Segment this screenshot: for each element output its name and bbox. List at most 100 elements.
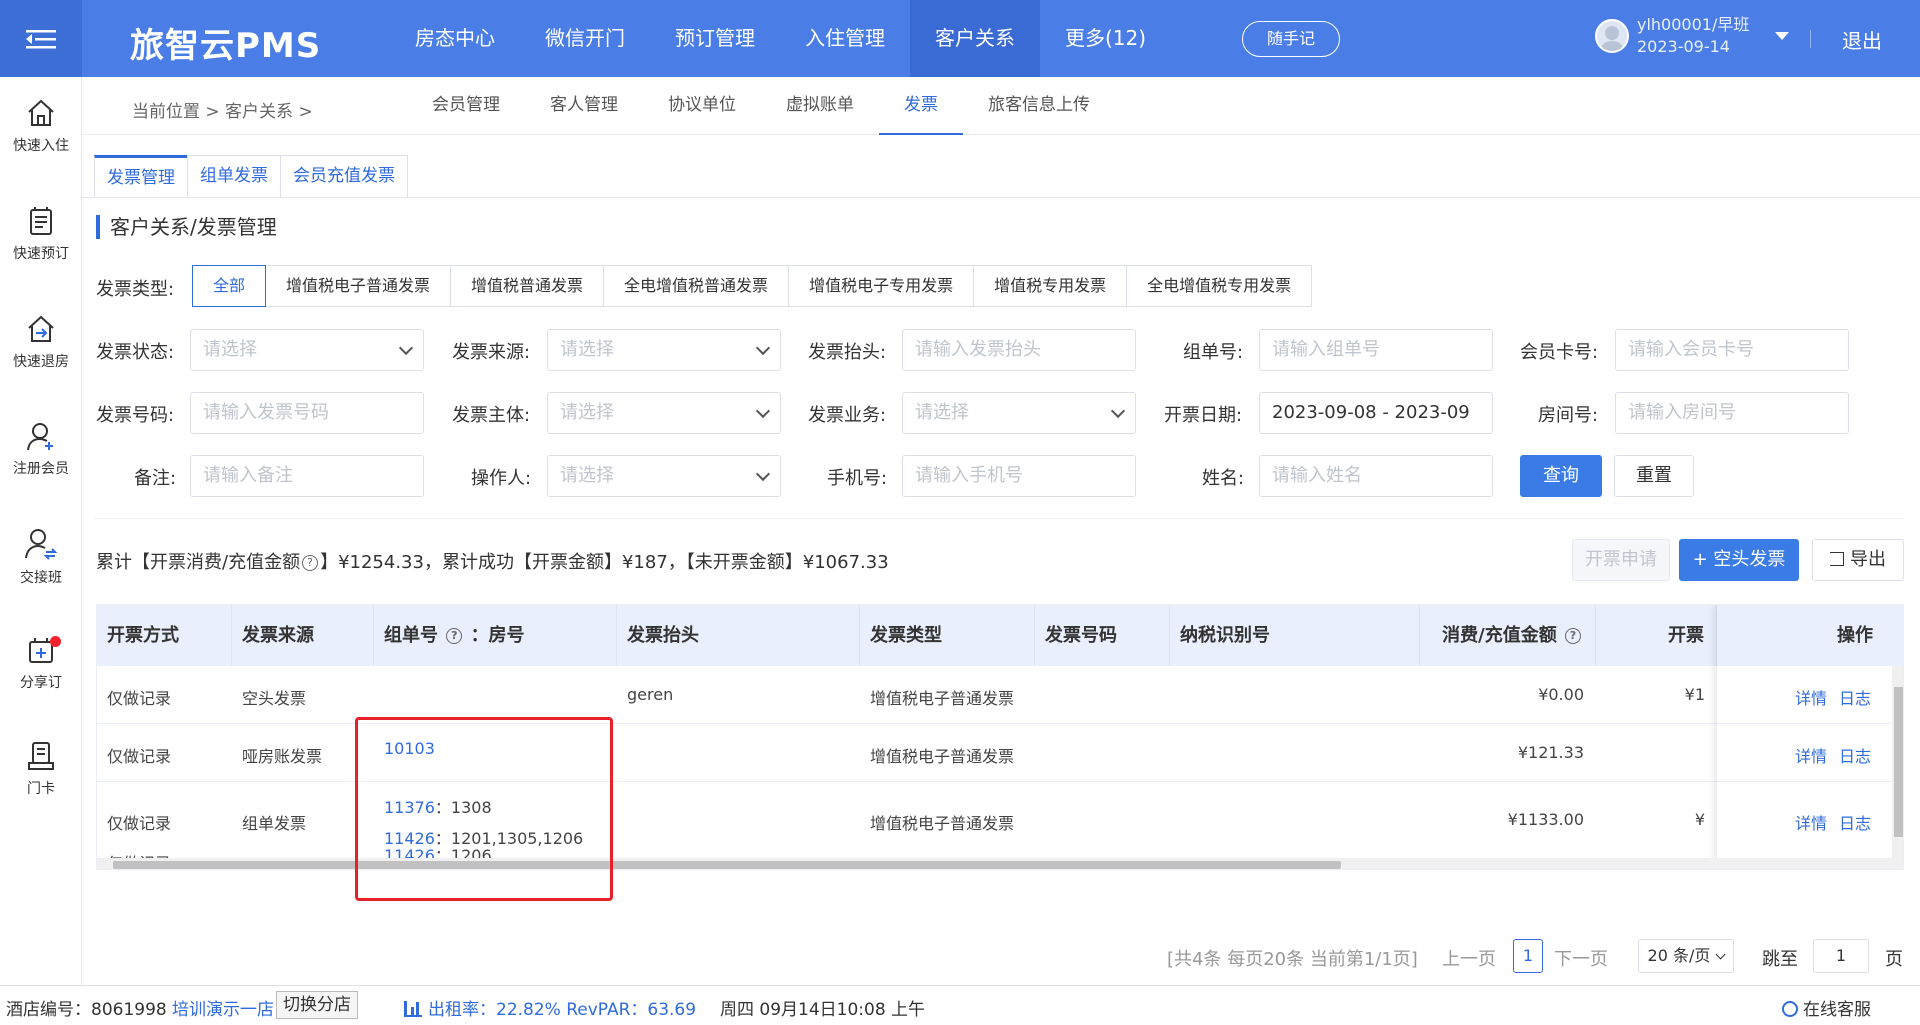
sidebar-item-label: 分享订: [20, 675, 62, 691]
next-page-button[interactable]: 下一页: [1554, 945, 1608, 971]
type-full-e-vat-special-button[interactable]: 全电增值税专用发票: [1126, 265, 1313, 307]
invoice-number-label: 发票号码:: [96, 405, 175, 426]
horizontal-scroll-thumb[interactable]: [113, 861, 1341, 869]
tab-group-invoice[interactable]: 组单发票: [187, 155, 281, 197]
subnav-virtual-bill[interactable]: 虚拟账单: [761, 77, 879, 135]
sidebar-item-share-order[interactable]: 分享订: [0, 634, 82, 692]
detail-link[interactable]: 详情: [1785, 810, 1827, 834]
nav-more[interactable]: 更多(12): [1040, 0, 1171, 77]
online-service-button[interactable]: 在线客服: [1782, 995, 1871, 1020]
caret-down-icon[interactable]: [1775, 32, 1790, 40]
datetime: 周四 09月14日10:08 上午: [720, 1000, 926, 1020]
invoice-type-group: 全部 增值税电子普通发票 增值税普通发票 全电增值税普通发票 增值税电子专用发票…: [192, 265, 1313, 307]
member-card-input[interactable]: 请输入会员卡号: [1615, 329, 1849, 371]
col-invoice-title: 发票抬头: [617, 605, 860, 666]
invoice-title-label: 发票抬头:: [808, 342, 887, 363]
invoice-entity-select[interactable]: 请选择: [547, 392, 781, 434]
col-tax-id: 纳税识别号: [1170, 605, 1420, 666]
question-icon[interactable]: ?: [1565, 628, 1581, 644]
sidebar-item-label: 交接班: [20, 570, 62, 586]
subnav-member-management[interactable]: 会员管理: [407, 77, 525, 135]
divider: [1810, 30, 1811, 48]
cell-source: 组单发票: [242, 814, 307, 833]
operator-select[interactable]: 请选择: [547, 455, 781, 497]
sidebar-item-quick-checkin[interactable]: 快速入住: [0, 97, 82, 155]
question-icon[interactable]: ?: [446, 628, 463, 644]
export-icon: [1830, 552, 1844, 566]
col-source: 发票来源: [232, 605, 374, 666]
reset-button[interactable]: 重置: [1614, 455, 1694, 497]
checkout-icon: [28, 315, 54, 342]
page-size-select[interactable]: 20 条/页: [1638, 939, 1734, 973]
bar-chart-icon: [404, 1001, 422, 1017]
sidebar: 快速入住 快速预订 快速退房 注册会员 交接班 分享订 门卡: [0, 77, 82, 985]
invoice-title-input[interactable]: 请输入发票抬头: [902, 329, 1136, 371]
type-full-e-vat-normal-button[interactable]: 全电增值税普通发票: [603, 265, 790, 307]
name-input[interactable]: 请输入姓名: [1259, 455, 1493, 497]
subnav-guest-management[interactable]: 客人管理: [525, 77, 643, 135]
sidebar-item-quick-booking[interactable]: 快速预订: [0, 205, 82, 263]
page-unit-label: 页: [1885, 949, 1903, 970]
notes-button[interactable]: 随手记: [1242, 21, 1340, 57]
prev-page-button[interactable]: 上一页: [1442, 945, 1496, 971]
door-card-icon: [28, 742, 54, 770]
invoice-date-label: 开票日期:: [1164, 405, 1243, 426]
tab-invoice-management[interactable]: 发票管理: [94, 155, 188, 197]
vertical-scroll-thumb[interactable]: [1894, 687, 1903, 837]
type-vat-e-special-button[interactable]: 增值税电子专用发票: [788, 265, 975, 307]
nav-wechat-door[interactable]: 微信开门: [520, 0, 650, 77]
menu-toggle-icon[interactable]: [0, 0, 82, 77]
nav-reservation[interactable]: 预订管理: [650, 0, 780, 77]
subnav-traveler-upload[interactable]: 旅客信息上传: [963, 77, 1115, 135]
page-title: 客户关系/发票管理: [96, 215, 277, 239]
nav-customer-relations[interactable]: 客户关系: [910, 0, 1040, 77]
hotel-name: 培训演示一店: [172, 1000, 274, 1020]
type-vat-normal-button[interactable]: 增值税普通发票: [450, 265, 605, 307]
subnav-agreement-unit[interactable]: 协议单位: [643, 77, 761, 135]
sidebar-item-register-member[interactable]: 注册会员: [0, 420, 82, 478]
question-icon[interactable]: ?: [302, 555, 319, 571]
current-page[interactable]: 1: [1513, 939, 1543, 973]
log-link[interactable]: 日志: [1829, 685, 1871, 709]
detail-link[interactable]: 详情: [1785, 685, 1827, 709]
cell-type: 增值税电子普通发票: [870, 814, 1015, 833]
sidebar-item-quick-checkout[interactable]: 快速退房: [0, 313, 82, 371]
col-invoice-number: 发票号码: [1035, 605, 1170, 666]
invoice-number-input[interactable]: 请输入发票号码: [190, 392, 424, 434]
blank-invoice-button[interactable]: + 空头发票: [1679, 539, 1799, 581]
remark-input[interactable]: 请输入备注: [190, 455, 424, 497]
main-nav: 房态中心 微信开门 预订管理 入住管理 客户关系 更多(12): [390, 0, 1171, 77]
pager-info: [共4条 每页20条 当前第1/1页]: [1167, 949, 1418, 970]
invoice-business-select[interactable]: 请选择: [902, 392, 1136, 434]
sidebar-item-label: 注册会员: [13, 461, 69, 477]
query-button[interactable]: 查询: [1520, 455, 1602, 497]
nav-room-status[interactable]: 房态中心: [390, 0, 520, 77]
type-all-button[interactable]: 全部: [192, 265, 267, 307]
jump-input[interactable]: 1: [1813, 939, 1869, 973]
occupancy-stat: 出租率：22.82% RevPAR：63.69: [404, 995, 696, 1020]
invoice-source-select[interactable]: 请选择: [547, 329, 781, 371]
switch-branch-button[interactable]: 切换分店: [276, 991, 358, 1019]
log-link[interactable]: 日志: [1829, 810, 1871, 834]
cell-title: geren: [627, 685, 674, 704]
sidebar-item-door-card[interactable]: 门卡: [0, 740, 82, 798]
invoice-status-select[interactable]: 请选择: [190, 329, 424, 371]
detail-link[interactable]: 详情: [1785, 743, 1827, 767]
phone-input[interactable]: 请输入手机号: [902, 455, 1136, 497]
subnav-invoice[interactable]: 发票: [879, 77, 963, 135]
top-bar: 旅智云PMS 房态中心 微信开门 预订管理 入住管理 客户关系 更多(12) 随…: [0, 0, 1920, 77]
room-no-input[interactable]: 请输入房间号: [1615, 392, 1849, 434]
log-link[interactable]: 日志: [1829, 743, 1871, 767]
invoice-date-range-input[interactable]: 2023-09-08 - 2023-09: [1259, 392, 1493, 434]
sidebar-item-shift-handover[interactable]: 交接班: [0, 527, 82, 587]
type-vat-special-button[interactable]: 增值税专用发票: [973, 265, 1128, 307]
invoice-apply-button[interactable]: 开票申请: [1572, 539, 1670, 581]
logout-button[interactable]: 退出: [1842, 25, 1882, 54]
user-menu[interactable]: ylh00001/早班 2023-09-14: [1595, 14, 1790, 58]
cell-type: 增值税电子普通发票: [870, 747, 1015, 766]
tab-member-recharge-invoice[interactable]: 会员充值发票: [280, 155, 408, 197]
export-button[interactable]: 导出: [1812, 539, 1904, 581]
type-vat-e-normal-button[interactable]: 增值税电子普通发票: [265, 265, 452, 307]
nav-checkin[interactable]: 入住管理: [780, 0, 910, 77]
group-no-input[interactable]: 请输入组单号: [1259, 329, 1493, 371]
